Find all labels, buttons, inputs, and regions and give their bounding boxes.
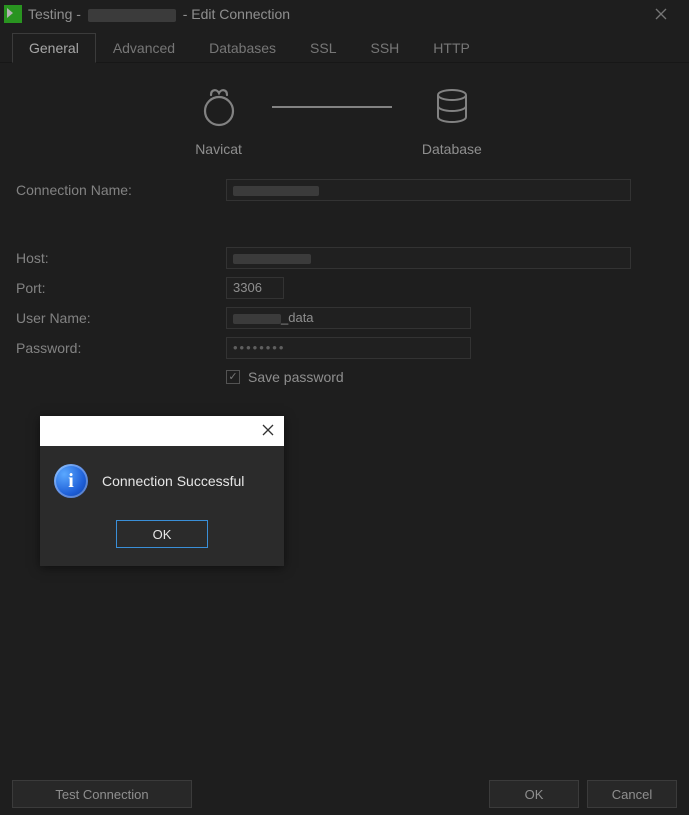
- window-title: Testing - - Edit Connection: [28, 6, 290, 22]
- message-dialog-titlebar: [40, 416, 284, 446]
- database-icon: [430, 87, 474, 127]
- navicat-icon: [197, 87, 241, 127]
- save-password-label: Save password: [248, 369, 344, 385]
- general-panel: Navicat Database Connection Name: Host: …: [0, 63, 689, 405]
- tab-bar: General Advanced Databases SSL SSH HTTP: [0, 28, 689, 63]
- port-input[interactable]: 3306: [226, 277, 284, 299]
- tab-ssl[interactable]: SSL: [293, 33, 353, 63]
- title-redacted: [88, 9, 176, 22]
- title-suffix: - Edit Connection: [179, 6, 290, 22]
- app-icon: [4, 5, 22, 23]
- tab-general[interactable]: General: [12, 33, 96, 63]
- label-host: Host:: [16, 250, 226, 266]
- message-ok-button[interactable]: OK: [116, 520, 208, 548]
- navicat-label: Navicat: [195, 141, 242, 157]
- title-bar: Testing - - Edit Connection: [0, 0, 689, 28]
- label-password: Password:: [16, 340, 226, 356]
- logo-row: Navicat Database: [16, 87, 661, 157]
- password-input[interactable]: ••••••••: [226, 337, 471, 359]
- database-label: Database: [422, 141, 482, 157]
- cancel-button[interactable]: Cancel: [587, 780, 677, 808]
- label-username: User Name:: [16, 310, 226, 326]
- label-connection-name: Connection Name:: [16, 182, 226, 198]
- label-port: Port:: [16, 280, 226, 296]
- tab-advanced[interactable]: Advanced: [96, 33, 192, 63]
- username-input[interactable]: _data: [226, 307, 471, 329]
- message-dialog: i Connection Successful OK: [40, 416, 284, 566]
- close-icon[interactable]: [262, 423, 274, 440]
- username-suffix: _data: [281, 310, 314, 325]
- ok-button[interactable]: OK: [489, 780, 579, 808]
- connection-name-input[interactable]: [226, 179, 631, 201]
- dialog-footer: Test Connection OK Cancel: [0, 773, 689, 815]
- info-icon: i: [54, 464, 88, 498]
- tab-databases[interactable]: Databases: [192, 33, 293, 63]
- save-password-checkbox[interactable]: ✓: [226, 370, 240, 384]
- host-input[interactable]: [226, 247, 631, 269]
- close-icon[interactable]: [641, 0, 681, 28]
- message-text: Connection Successful: [102, 473, 244, 489]
- test-connection-button[interactable]: Test Connection: [12, 780, 192, 808]
- connector-line: [272, 106, 392, 108]
- tab-http[interactable]: HTTP: [416, 33, 487, 63]
- title-prefix: Testing -: [28, 6, 85, 22]
- tab-ssh[interactable]: SSH: [354, 33, 417, 63]
